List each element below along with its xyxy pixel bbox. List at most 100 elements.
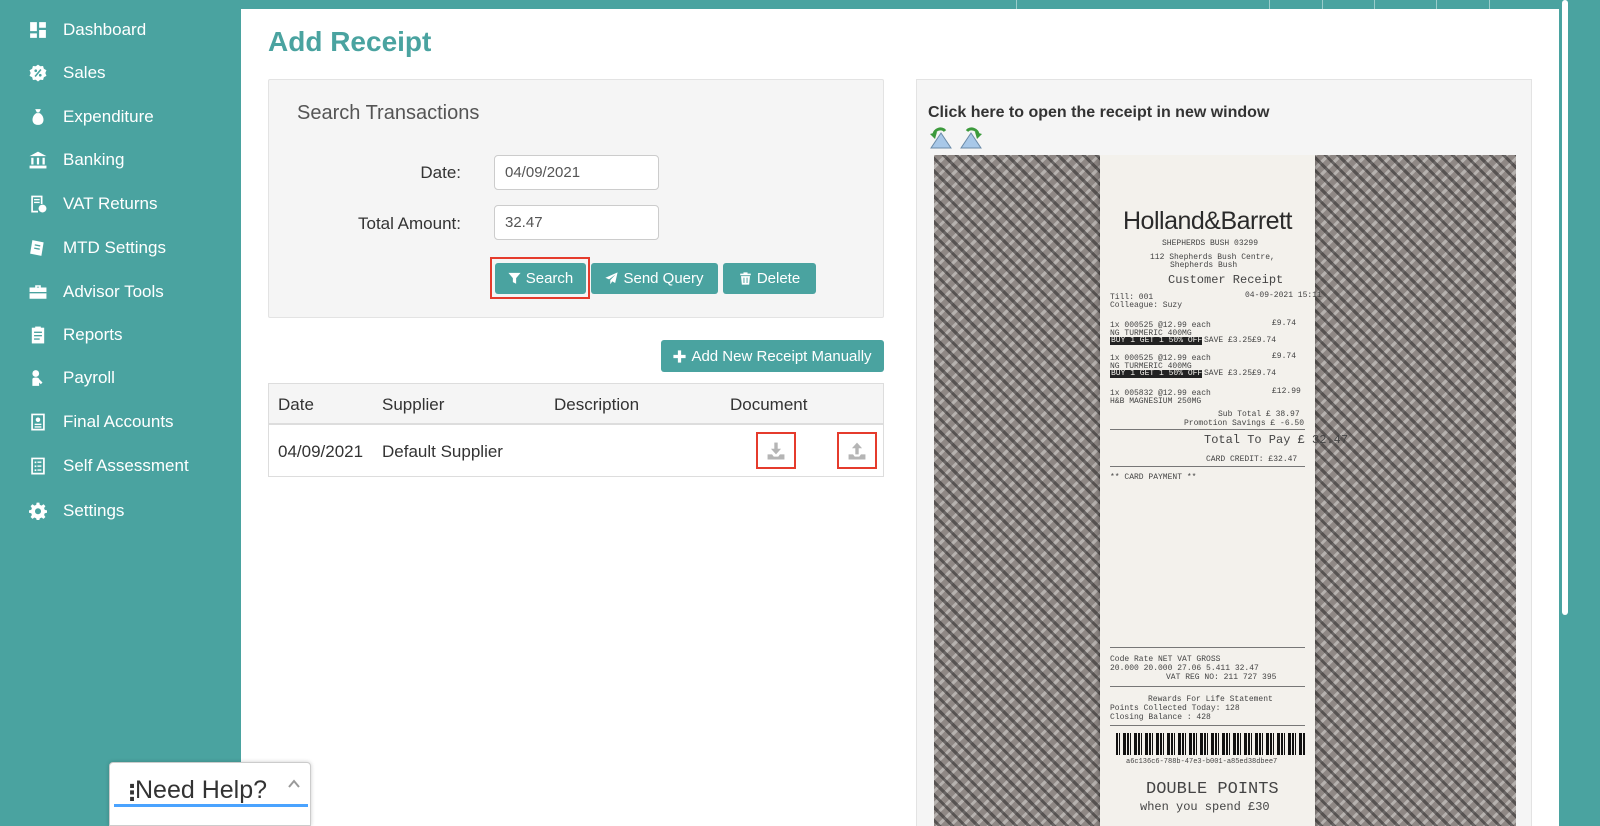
download-document-button[interactable] <box>756 432 796 469</box>
receipt-promo-savings: Promotion Savings £ -6.50 <box>1184 419 1305 428</box>
percent-icon <box>27 62 49 84</box>
receipt-card-payment: ** CARD PAYMENT ** <box>1110 473 1197 482</box>
sidebar-item-reports[interactable]: Reports <box>0 315 241 355</box>
sidebar-item-advisor-tools[interactable]: Advisor Tools <box>0 272 241 312</box>
receipt-promo-tag: BUY 1 GET 1 50% OFF <box>1111 336 1203 345</box>
receipt-datetime: 04-09-2021 15:11 <box>1245 291 1322 300</box>
open-receipt-new-window-link[interactable]: Click here to open the receipt in new wi… <box>928 104 1269 122</box>
sidebar-item-mtd-settings[interactable]: MTD Settings <box>0 228 241 268</box>
delete-button[interactable]: Delete <box>723 263 816 294</box>
sidebar-item-label: Self Assessment <box>63 456 189 475</box>
column-header-document: Document <box>730 395 808 414</box>
receipt-rule <box>1110 647 1305 648</box>
receipt-promo-tag: BUY 1 GET 1 50% OFF <box>1111 369 1203 378</box>
receipt-address2: Shepherds Bush <box>1170 261 1238 270</box>
sidebar-item-vat-returns[interactable]: VAT Returns <box>0 184 241 224</box>
receipt-vat-header: Code Rate NET VAT GROSS <box>1110 655 1221 664</box>
receipt-preview-panel: Click here to open the receipt in new wi… <box>916 79 1532 826</box>
page-title: Add Receipt <box>268 26 432 57</box>
need-help-widget[interactable]: ⋮ Need Help? <box>109 762 311 826</box>
panel-title: Search Transactions <box>297 102 480 124</box>
receipt-rule <box>1110 686 1305 687</box>
assessment-icon <box>27 455 49 477</box>
receipt-closing-balance: Closing Balance : 428 <box>1110 713 1211 722</box>
sidebar-item-settings[interactable]: Settings <box>0 491 241 531</box>
trash-icon <box>740 272 751 285</box>
rotate-right-icon[interactable] <box>957 125 984 149</box>
row-supplier: Default Supplier <box>382 442 503 461</box>
receipt-heading: Customer Receipt <box>1168 273 1284 287</box>
sidebar-item-banking[interactable]: Banking <box>0 140 241 180</box>
receipt-subtotal: Sub Total £ 38.97 <box>1218 410 1300 419</box>
bank-icon <box>27 149 49 171</box>
column-header-date: Date <box>278 395 314 414</box>
row-date: 04/09/2021 <box>278 442 364 461</box>
receipt-barcode-text: a6c136c6-788b-47e3-b001-a85ed38dbee7 <box>1126 758 1278 766</box>
search-button[interactable]: Search <box>495 263 586 294</box>
sidebar-item-expenditure[interactable]: Expenditure <box>0 97 241 137</box>
top-navbar <box>241 0 1600 9</box>
receipt-promo-save: SAVE £3.25£9.74 <box>1204 336 1277 345</box>
total-amount-label: Total Amount: <box>357 214 461 233</box>
help-underline <box>114 804 308 807</box>
date-input[interactable] <box>494 155 659 190</box>
sidebar-item-self-assessment[interactable]: Self Assessment <box>0 446 241 486</box>
plus-icon <box>673 349 687 363</box>
receipt-barcode <box>1116 733 1306 755</box>
sidebar-item-label: VAT Returns <box>63 194 158 213</box>
upload-document-button[interactable] <box>837 432 877 469</box>
chevron-up-icon[interactable] <box>287 777 301 791</box>
upload-icon <box>848 442 866 459</box>
scrollbar-thumb[interactable] <box>1562 0 1568 615</box>
delete-button-label: Delete <box>756 270 801 287</box>
receipt-rule <box>1110 466 1305 467</box>
sidebar-item-label: Banking <box>63 150 125 169</box>
receipt-spend-text: when you spend £30 <box>1140 800 1270 814</box>
sidebar-item-label: Settings <box>63 501 125 520</box>
money-bag-icon <box>27 106 49 128</box>
receipt-vat-line: 20.000 20.000 27.06 5.411 32.47 <box>1110 664 1259 673</box>
briefcase-icon <box>27 281 49 303</box>
paper-plane-icon <box>605 272 619 285</box>
receipt-paper: Holland&Barrett SHEPHERDS BUSH 03299 112… <box>1100 155 1348 826</box>
sidebar-item-label: Advisor Tools <box>63 282 164 301</box>
sidebar-item-final-accounts[interactable]: Final Accounts <box>0 402 241 442</box>
receipt-line3-name: H&B MAGNESIUM 250MG <box>1110 397 1202 406</box>
sidebar-item-label: Dashboard <box>63 20 147 39</box>
dashboard-icon <box>27 19 49 41</box>
filter-icon <box>508 272 521 284</box>
sidebar-item-label: Expenditure <box>63 107 154 126</box>
search-button-label: Search <box>525 270 574 287</box>
add-new-receipt-manually-button[interactable]: Add New Receipt Manually <box>661 340 884 372</box>
rotate-left-icon[interactable] <box>928 125 955 149</box>
search-transactions-panel: Search Transactions Date: Total Amount: … <box>268 79 884 318</box>
add-new-receipt-label: Add New Receipt Manually <box>691 347 872 365</box>
send-query-button[interactable]: Send Query <box>591 263 718 294</box>
receipt-total-to-pay: Total To Pay £ 32.47 <box>1204 433 1349 447</box>
sidebar-item-dashboard[interactable]: Dashboard <box>0 10 241 50</box>
sidebar-item-sales[interactable]: Sales <box>0 53 241 93</box>
table-header: Date Supplier Description Document <box>269 384 883 425</box>
need-help-label: Need Help? <box>135 776 268 804</box>
receipt-line2-price: £9.74 <box>1272 352 1297 361</box>
sidebar-item-payroll[interactable]: Payroll <box>0 358 241 398</box>
receipt-image: Holland&Barrett SHEPHERDS BUSH 03299 112… <box>934 155 1516 826</box>
vat-icon <box>27 193 49 215</box>
column-header-description: Description <box>554 395 640 414</box>
transactions-table: Date Supplier Description Document 04/09… <box>268 383 884 477</box>
sidebar: Dashboard Sales Expenditure Banking VAT … <box>0 0 241 826</box>
receipt-vat-reg: VAT REG NO: 211 727 395 <box>1166 673 1277 682</box>
accounts-icon <box>27 411 49 433</box>
receipt-line1-price: £9.74 <box>1272 319 1297 328</box>
report-icon <box>27 324 49 346</box>
main-content: Add Receipt Search Transactions Date: To… <box>241 9 1559 826</box>
receipt-points-today: Points Collected Today: 128 <box>1110 704 1240 713</box>
receipt-store: SHEPHERDS BUSH 03299 <box>1162 239 1259 248</box>
total-amount-input[interactable] <box>494 205 659 240</box>
sidebar-item-label: Reports <box>63 325 123 344</box>
send-query-button-label: Send Query <box>623 270 704 287</box>
receipt-card-credit: CARD CREDIT: £32.47 <box>1206 455 1298 464</box>
column-header-supplier: Supplier <box>382 395 445 414</box>
receipt-promo-save: SAVE £3.25£9.74 <box>1204 369 1277 378</box>
date-label: Date: <box>420 163 461 182</box>
